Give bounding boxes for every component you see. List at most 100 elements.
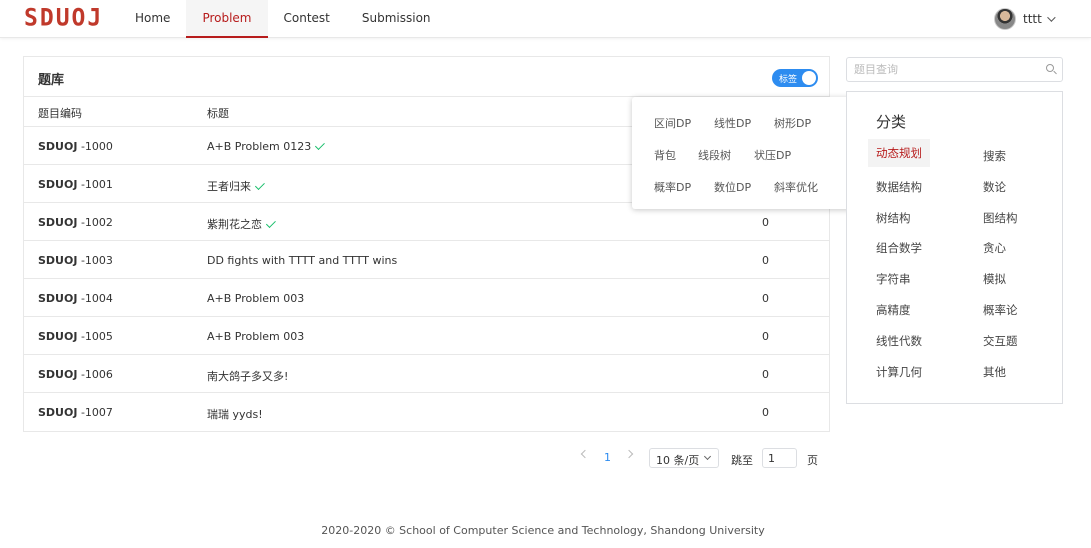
- problem-id-number: -1001: [80, 178, 113, 191]
- avatar: [994, 8, 1016, 30]
- problem-count: 0: [762, 292, 769, 305]
- problem-id: SDUOJ -1004: [38, 292, 113, 305]
- page-size-select[interactable]: 10 条/页: [649, 448, 719, 468]
- problem-id-prefix: SDUOJ: [38, 178, 78, 191]
- problem-id-number: -1003: [80, 254, 113, 267]
- problem-id-number: -1000: [80, 140, 113, 153]
- tag-item[interactable]: 区间DP: [654, 115, 691, 131]
- jump-page-input[interactable]: [762, 448, 797, 468]
- table-row[interactable]: SDUOJ -1003 DD fights with TTTT and TTTT …: [24, 241, 829, 279]
- problem-id-number: -1007: [80, 406, 113, 419]
- search-input[interactable]: [847, 58, 1037, 81]
- tag-item[interactable]: 概率DP: [654, 179, 691, 195]
- table-row[interactable]: SDUOJ -1005 A+B Problem 003 0: [24, 317, 829, 355]
- problem-title[interactable]: 王者归来: [207, 178, 265, 194]
- problem-id: SDUOJ -1006: [38, 368, 113, 381]
- problem-title-text: 南大鸽子多又多!: [207, 370, 289, 383]
- category-item[interactable]: 数据结构: [876, 179, 922, 195]
- category-item[interactable]: 计算几何: [876, 364, 922, 380]
- category-item[interactable]: 树结构: [876, 210, 911, 226]
- tag-popover: 区间DP 线性DP 树形DP 背包 线段树 状压DP 概率DP 数位DP 斜率优…: [632, 97, 867, 209]
- problem-title-text: DD fights with TTTT and TTTT wins: [207, 254, 398, 267]
- user-menu[interactable]: tttt: [994, 7, 1056, 31]
- problem-title[interactable]: A+B Problem 0123: [207, 140, 326, 153]
- problem-id-number: -1002: [80, 216, 113, 229]
- tag-toggle[interactable]: 标签: [772, 69, 818, 87]
- problem-count: 0: [762, 254, 769, 267]
- card-header: 题库 标签: [24, 57, 829, 97]
- problem-title[interactable]: A+B Problem 003: [207, 330, 304, 343]
- problem-title[interactable]: A+B Problem 003: [207, 292, 304, 305]
- category-item[interactable]: 线性代数: [876, 333, 922, 349]
- problem-id: SDUOJ -1002: [38, 216, 113, 229]
- problem-title[interactable]: DD fights with TTTT and TTTT wins: [207, 254, 397, 267]
- table-row[interactable]: SDUOJ -1006 南大鸽子多又多! 0: [24, 355, 829, 393]
- page-size-value: 10 条/页: [656, 454, 700, 467]
- problem-id-prefix: SDUOJ: [38, 368, 78, 381]
- category-item[interactable]: 组合数学: [876, 240, 922, 256]
- category-item[interactable]: 模拟: [983, 271, 1006, 287]
- tag-item[interactable]: 线性DP: [714, 115, 751, 131]
- category-item[interactable]: 概率论: [983, 302, 1018, 318]
- category-item[interactable]: 字符串: [876, 271, 911, 287]
- problem-title-text: 王者归来: [207, 180, 251, 193]
- check-icon: [315, 140, 326, 151]
- prev-page-button[interactable]: [580, 449, 590, 459]
- column-header-title: 标题: [207, 107, 229, 120]
- toggle-knob: [802, 71, 816, 85]
- nav-contest[interactable]: Contest: [268, 0, 346, 38]
- problem-id: SDUOJ -1005: [38, 330, 113, 343]
- category-item[interactable]: 搜索: [983, 148, 1006, 164]
- check-icon: [254, 179, 265, 190]
- tag-item[interactable]: 状压DP: [754, 147, 791, 163]
- user-name: tttt: [1023, 12, 1042, 26]
- category-item-dp[interactable]: 动态规划: [868, 139, 930, 167]
- nav-home[interactable]: Home: [119, 0, 186, 38]
- problem-id-prefix: SDUOJ: [38, 330, 78, 343]
- tag-item[interactable]: 斜率优化: [774, 179, 818, 195]
- check-icon: [265, 217, 276, 228]
- tag-item[interactable]: 背包: [654, 147, 676, 163]
- problem-title[interactable]: 紫荆花之恋: [207, 216, 276, 232]
- problem-id: SDUOJ -1007: [38, 406, 113, 419]
- chevron-down-icon: [1046, 13, 1056, 22]
- category-item[interactable]: 图结构: [983, 210, 1018, 226]
- next-page-button[interactable]: [624, 449, 634, 459]
- table-row[interactable]: SDUOJ -1004 A+B Problem 003 0: [24, 279, 829, 317]
- problem-title[interactable]: 南大鸽子多又多!: [207, 368, 288, 384]
- footer-text: 2020-2020 © School of Computer Science a…: [321, 524, 765, 537]
- problem-count: 0: [762, 368, 769, 381]
- search-icon[interactable]: [1046, 64, 1054, 72]
- jump-label: 跳至: [731, 454, 753, 467]
- category-item[interactable]: 高精度: [876, 302, 911, 318]
- problem-id-prefix: SDUOJ: [38, 140, 78, 153]
- tag-item[interactable]: 数位DP: [714, 179, 751, 195]
- category-item[interactable]: 交互题: [983, 333, 1018, 349]
- nav-problem[interactable]: Problem: [186, 0, 268, 38]
- category-item[interactable]: 数论: [983, 179, 1006, 195]
- problem-count: 0: [762, 406, 769, 419]
- problem-title[interactable]: 瑞瑞 yyds!: [207, 406, 263, 422]
- problem-id-prefix: SDUOJ: [38, 216, 78, 229]
- page-number-current[interactable]: 1: [604, 451, 611, 464]
- problem-id-number: -1004: [80, 292, 113, 305]
- tag-item[interactable]: 线段树: [698, 147, 731, 163]
- category-panel: 分类 动态规划 搜索 数据结构 数论 树结构 图结构 组合数学 贪心 字符串 模…: [846, 91, 1063, 404]
- problem-count: 0: [762, 216, 769, 229]
- category-item[interactable]: 其他: [983, 364, 1006, 380]
- problem-title-text: 瑞瑞 yyds!: [207, 408, 263, 421]
- problem-id-prefix: SDUOJ: [38, 406, 78, 419]
- problem-title-text: A+B Problem 003: [207, 292, 305, 305]
- problem-id-prefix: SDUOJ: [38, 254, 78, 267]
- table-row[interactable]: SDUOJ -1007 瑞瑞 yyds! 0: [24, 393, 829, 431]
- tag-item[interactable]: 树形DP: [774, 115, 811, 131]
- problem-title-text: 紫荆花之恋: [207, 218, 262, 231]
- problem-id: SDUOJ -1000: [38, 140, 113, 153]
- column-header-id: 题目编码: [38, 107, 82, 120]
- logo[interactable]: SDUOJ: [24, 4, 103, 31]
- problem-title-text: A+B Problem 0123: [207, 140, 312, 153]
- nav-submission[interactable]: Submission: [346, 0, 447, 38]
- problem-search: [846, 57, 1063, 82]
- category-item[interactable]: 贪心: [983, 240, 1006, 256]
- problem-id-number: -1006: [80, 368, 113, 381]
